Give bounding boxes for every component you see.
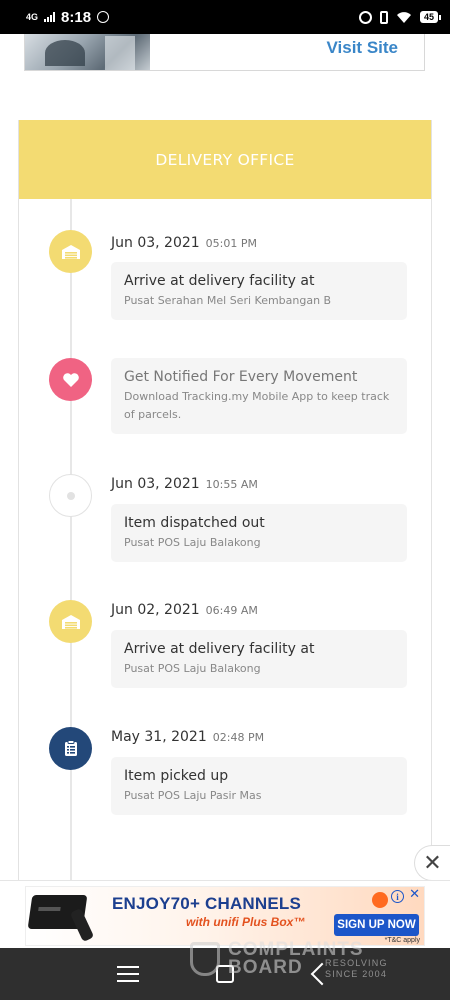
delivery-office-panel: DELIVERY OFFICE Jun 03, 2021 05:01 PM Arr… [18,120,432,1000]
visit-site-card[interactable]: Visit Site [24,34,425,71]
watermark-line2: BOARD [228,957,303,978]
panel-header: DELIVERY OFFICE [19,120,431,199]
battery-icon: 45 [419,11,442,23]
network-type: 4G [26,11,39,22]
timeline-line [70,199,72,999]
wifi-icon [396,11,412,24]
event-card: Item picked up Pusat POS Laju Pasir Mas [111,757,407,815]
ad-info-icon[interactable]: i [391,890,404,903]
heart-icon [49,358,92,401]
watermark-tagline: RESOLVING SINCE 2004 [325,958,388,979]
event-time: 05:01 PM [205,237,257,250]
ad-dismiss-icon[interactable]: ✕ [409,887,420,902]
event-location: Pusat POS Laju Balakong [124,662,261,675]
unifi-ad-banner[interactable]: ENJOY70+ CHANNELS with unifi Plus Box™ i… [25,886,425,946]
visit-site-link[interactable]: Visit Site [327,38,399,58]
event-time: 10:55 AM [205,478,258,491]
event-card: Item dispatched out Pusat POS Laju Balak… [111,504,407,562]
ad-close-button[interactable]: ✕ [414,845,450,881]
event-date: Jun 03, 2021 10:55 AM [111,476,258,492]
event-time: 02:48 PM [212,731,265,744]
whatsapp-icon [97,11,110,23]
warehouse-icon [49,600,92,643]
event-location: Pusat POS Laju Pasir Mas [124,789,262,802]
promo-title: Get Notified For Every Movement [124,369,358,385]
event-title: Arrive at delivery facility at [124,641,315,657]
event-time: 06:49 AM [205,604,258,617]
ad-headline: ENJOY70+ CHANNELS [112,894,302,913]
ad-subline: with unifi Plus Box™ [186,915,306,929]
promo-card[interactable]: Get Notified For Every Movement Download… [111,358,407,434]
vibrate-icon [379,10,388,24]
event-date: Jun 02, 2021 06:49 AM [111,602,258,618]
event-card: Arrive at delivery facility at Pusat POS… [111,630,407,688]
complaintsboard-watermark: COMPLAINTS BOARD RESOLVING SINCE 2004 [190,940,430,984]
event-card: Arrive at delivery facility at Pusat Ser… [111,262,407,320]
warehouse-icon [49,230,92,273]
menu-button[interactable] [108,954,148,994]
event-location: Pusat Serahan Mel Seri Kembangan B [124,294,332,307]
alarm-icon [358,10,372,24]
event-location: Pusat POS Laju Balakong [124,536,261,549]
event-date: May 31, 2021 02:48 PM [111,729,265,745]
menu-icon [117,966,140,982]
shield-icon [190,942,220,976]
kitchen-thumbnail[interactable] [25,34,150,70]
signal-icon [44,12,56,22]
event-title: Item dispatched out [124,515,265,531]
sign-up-button[interactable]: SIGN UP NOW [334,914,419,936]
promo-description: Download Tracking.my Mobile App to keep … [124,390,390,421]
event-date: Jun 03, 2021 05:01 PM [111,235,257,251]
clipboard-icon [49,727,92,770]
dot-icon [49,474,92,517]
unifi-logo-icon [372,892,388,908]
ad-area: ENJOY70+ CHANNELS with unifi Plus Box™ i… [0,880,450,948]
status-bar: 4G 8:18 45 [0,0,450,34]
status-time: 8:18 [61,8,92,26]
event-title: Item picked up [124,768,229,784]
event-title: Arrive at delivery facility at [124,273,315,289]
